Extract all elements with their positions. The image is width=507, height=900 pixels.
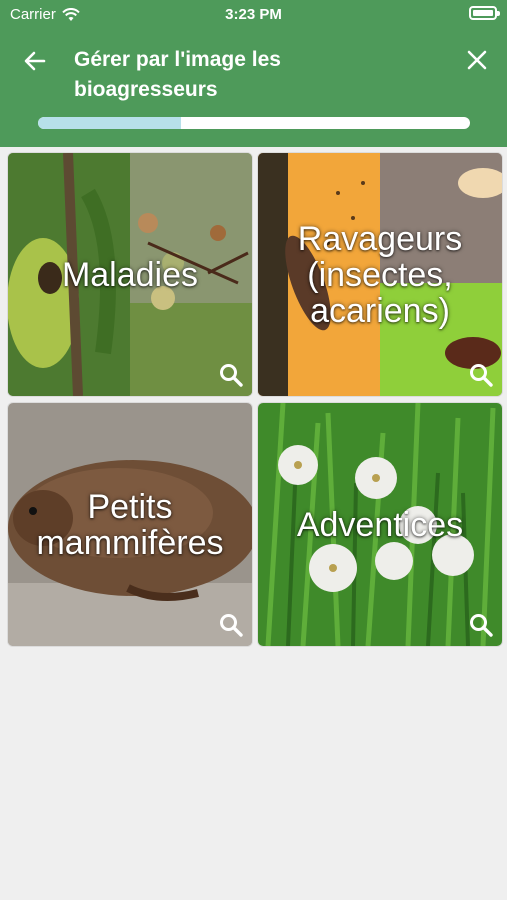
category-label: Ravageurs (insectes, acariens): [297, 219, 463, 330]
battery-icon: [469, 6, 500, 20]
search-icon: [470, 364, 493, 387]
search-icon: [220, 614, 243, 637]
category-label: Adventices: [296, 505, 464, 544]
category-card-maladies[interactable]: Maladies: [8, 153, 252, 396]
status-bar: Carrier 3:23 PM: [0, 0, 507, 28]
close-icon[interactable]: [465, 48, 489, 72]
progress-bar: [38, 117, 470, 129]
search-icon: [220, 364, 243, 387]
category-card-adventices[interactable]: Adventices: [258, 403, 502, 646]
back-arrow-icon[interactable]: [22, 48, 48, 74]
category-label: Maladies: [61, 255, 199, 294]
status-time: 3:23 PM: [225, 6, 282, 23]
category-card-ravageurs[interactable]: Ravageurs (insectes, acariens): [258, 153, 502, 396]
search-icon: [470, 614, 493, 637]
app-header: Carrier 3:23 PM Gérer par l'image les bi…: [0, 0, 507, 147]
page-title: Gérer par l'image les bioagresseurs: [74, 48, 281, 101]
category-card-petits-mammiferes[interactable]: Petits mammifères: [8, 403, 252, 646]
category-label: Petits mammifères: [36, 487, 224, 562]
progress-fill: [38, 117, 181, 129]
